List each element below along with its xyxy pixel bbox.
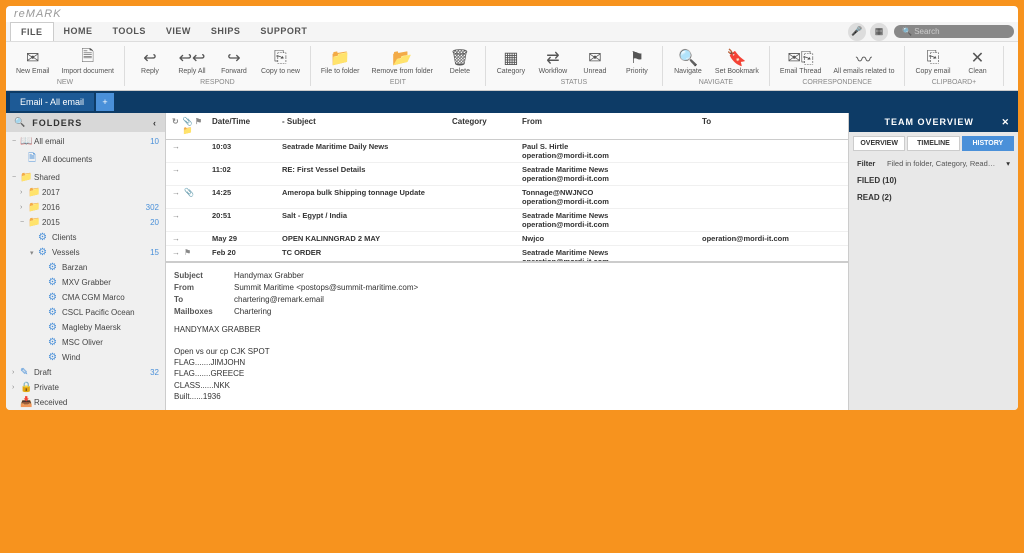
folder-2015[interactable]: −📁201520 xyxy=(6,215,165,230)
tab-add[interactable]: + xyxy=(96,93,114,111)
toolbar-reply[interactable]: ↩Reply xyxy=(129,46,171,77)
folder-all-email[interactable]: −📖All email10 xyxy=(6,134,165,149)
col-subject[interactable]: - Subject xyxy=(282,117,452,135)
col-date[interactable]: Date/Time xyxy=(212,117,282,135)
toolbar-new-email[interactable]: ✉New Email xyxy=(10,46,55,77)
rp-tab-overview[interactable]: OVERVIEW xyxy=(853,136,905,151)
email-row[interactable]: →⚑Feb 20TC ORDERSeatrade Maritime News o… xyxy=(166,246,848,261)
filter-label: Filter xyxy=(857,159,887,168)
preview-pane: SubjectHandymax Grabber FromSummit Marit… xyxy=(166,261,848,410)
tab-bar: Email - All email + xyxy=(6,91,1018,113)
email-row[interactable]: →📎14:25Ameropa bulk Shipping tonnage Upd… xyxy=(166,186,848,209)
close-icon[interactable]: ✕ xyxy=(1001,117,1010,128)
toolbar-import-document[interactable]: 🗎Import document xyxy=(55,46,120,77)
filter-value[interactable]: Filed in folder, Category, Read… xyxy=(887,159,1006,168)
rp-item[interactable]: READ (2) xyxy=(849,189,1018,206)
folder-2017[interactable]: ›📁2017 xyxy=(6,185,165,200)
folder-received[interactable]: 📥Received xyxy=(6,395,165,410)
refresh-icon[interactable]: ↻ xyxy=(172,117,179,135)
folders-header: 🔍 FOLDERS ‹ xyxy=(6,113,165,132)
toolbar-reply-all[interactable]: ↩↩Reply All xyxy=(171,46,213,77)
toolbar-priority[interactable]: ⚑Priority xyxy=(616,46,658,77)
tab-email[interactable]: Email - All email xyxy=(10,93,94,111)
folder-clients[interactable]: ⚙Clients xyxy=(6,230,165,245)
grid-icon[interactable]: ▦ xyxy=(870,23,888,41)
toolbar-email-thread[interactable]: ✉⎘Email Thread xyxy=(774,46,828,77)
toolbar-navigate[interactable]: 🔍Navigate xyxy=(667,46,709,77)
folders-sidebar: 🔍 FOLDERS ‹ −📖All email10🗎All documents−… xyxy=(6,113,166,410)
rp-tab-history[interactable]: HISTORY xyxy=(962,136,1014,151)
email-row[interactable]: →10:03Seatrade Maritime Daily NewsPaul S… xyxy=(166,140,848,163)
toolbar-workflow[interactable]: ⇄Workflow xyxy=(532,46,574,77)
toolbar-category[interactable]: ▦Category xyxy=(490,46,532,77)
menu-bar: FILEHOMETOOLSVIEWSHIPSSUPPORT 🎤 ▦ 🔍 Sear… xyxy=(6,22,1018,42)
toolbar-delete[interactable]: 🗑Delete xyxy=(439,46,481,77)
toolbar-all-emails-related-to[interactable]: 〰All emails related to xyxy=(827,46,900,77)
grid-header: ↻ 📎 ⚑ 📁 Date/Time - Subject Category Fro… xyxy=(166,113,848,140)
folder-cscl-pacific-ocean[interactable]: ⚙CSCL Pacific Ocean xyxy=(6,305,165,320)
folder-vessels[interactable]: ▾⚙Vessels15 xyxy=(6,245,165,260)
rp-tab-timeline[interactable]: TIMELINE xyxy=(907,136,959,151)
chevron-left-icon[interactable]: ‹ xyxy=(153,118,157,128)
menu-home[interactable]: HOME xyxy=(54,22,103,41)
ribbon-toolbar: ✉New Email🗎Import documentNEW↩Reply↩↩Rep… xyxy=(6,42,1018,91)
folder-draft[interactable]: ›✎Draft32 xyxy=(6,365,165,380)
toolbar-set-bookmark[interactable]: 🔖Set Bookmark xyxy=(709,46,765,77)
brand-logo: reMARK xyxy=(6,6,1018,22)
search-input[interactable]: 🔍 Search xyxy=(894,25,1014,38)
search-icon[interactable]: 🔍 xyxy=(14,117,26,128)
col-from[interactable]: From xyxy=(522,117,702,135)
toolbar-forward[interactable]: ↪Forward xyxy=(213,46,255,77)
folder-magleby-maersk[interactable]: ⚙Magleby Maersk xyxy=(6,320,165,335)
team-overview-panel: TEAM OVERVIEW✕ OVERVIEWTIMELINEHISTORY F… xyxy=(848,113,1018,410)
folder-barzan[interactable]: ⚙Barzan xyxy=(6,260,165,275)
preview-body: HANDYMAX GRABBER Open vs our cp CJK SPOT… xyxy=(174,324,840,402)
menu-view[interactable]: VIEW xyxy=(156,22,201,41)
folder-msc-oliver[interactable]: ⚙MSC Oliver xyxy=(6,335,165,350)
col-to[interactable]: To xyxy=(702,117,842,135)
menu-ships[interactable]: SHIPS xyxy=(201,22,251,41)
chevron-down-icon[interactable]: ▾ xyxy=(1006,159,1010,168)
email-row[interactable]: →20:51Salt - Egypt / IndiaSeatrade Marit… xyxy=(166,209,848,232)
menu-tools[interactable]: TOOLS xyxy=(103,22,156,41)
email-row[interactable]: →May 29OPEN KALINNGRAD 2 MAYNwjco operat… xyxy=(166,232,848,246)
toolbar-file-to-folder[interactable]: 📁File to folder xyxy=(315,46,366,77)
folder-shared[interactable]: −📁Shared xyxy=(6,170,165,185)
toolbar-clean[interactable]: ✕Clean xyxy=(957,46,999,77)
folder-2016[interactable]: ›📁2016302 xyxy=(6,200,165,215)
folder-mxv-grabber[interactable]: ⚙MXV Grabber xyxy=(6,275,165,290)
menu-support[interactable]: SUPPORT xyxy=(250,22,317,41)
folder-private[interactable]: ›🔒Private xyxy=(6,380,165,395)
col-category[interactable]: Category xyxy=(452,117,522,135)
email-row[interactable]: →11:02RE: First Vessel DetailsSeatrade M… xyxy=(166,163,848,186)
toolbar-copy-to-new[interactable]: ⎘Copy to new xyxy=(255,46,306,77)
folder-all-documents[interactable]: 🗎All documents xyxy=(6,149,165,170)
rp-item[interactable]: FILED (10) xyxy=(849,172,1018,189)
email-list-panel: ↻ 📎 ⚑ 📁 Date/Time - Subject Category Fro… xyxy=(166,113,848,410)
toolbar-unread[interactable]: ✉Unread xyxy=(574,46,616,77)
mic-icon[interactable]: 🎤 xyxy=(848,23,866,41)
toolbar-copy-email[interactable]: ⎘Copy email xyxy=(909,46,956,77)
folder-wind[interactable]: ⚙Wind xyxy=(6,350,165,365)
menu-file[interactable]: FILE xyxy=(10,22,54,41)
folder-cma-cgm-marco[interactable]: ⚙CMA CGM Marco xyxy=(6,290,165,305)
toolbar-remove-from-folder[interactable]: 📂Remove from folder xyxy=(365,46,438,77)
